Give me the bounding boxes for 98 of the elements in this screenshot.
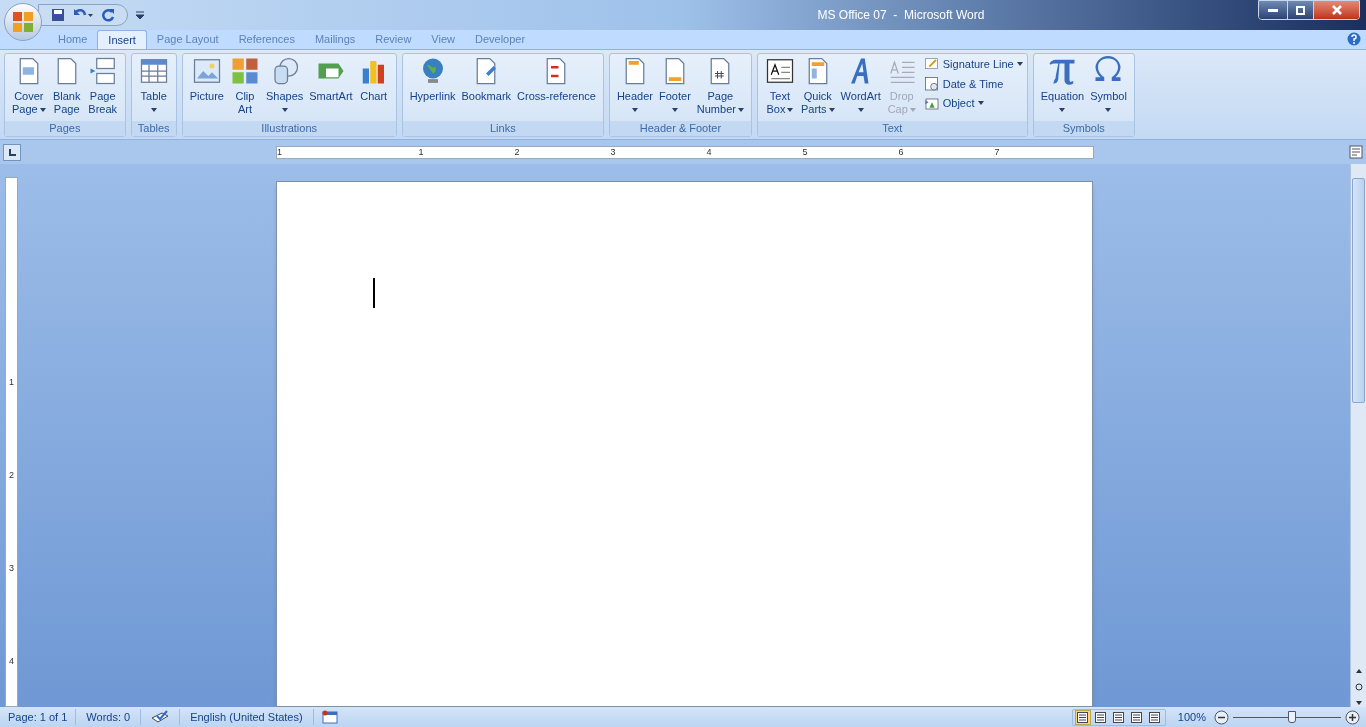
group-label: Illustrations — [182, 121, 396, 136]
ruler-number: 6 — [897, 147, 905, 157]
ruler-number: 1 — [277, 147, 283, 157]
ruler-number: 1 — [9, 378, 14, 387]
ruler-number: 2 — [9, 471, 14, 480]
view-button[interactable] — [1092, 709, 1109, 725]
zoom-out-icon[interactable] — [1214, 709, 1229, 725]
ruler-number: 3 — [9, 564, 14, 573]
group-label: Symbols — [1033, 121, 1134, 136]
layout-icon — [1131, 711, 1143, 723]
view-button[interactable] — [1128, 709, 1145, 725]
close-icon — [1331, 5, 1342, 15]
view-button[interactable] — [1110, 709, 1127, 725]
ribbon-button[interactable]: Cover Page — [9, 56, 49, 121]
window-title: MS Office 07 - Microsoft Word — [817, 7, 985, 24]
office-logo-icon — [12, 11, 34, 33]
ribbon-button[interactable]: Table — [135, 56, 172, 121]
caret-icon — [828, 107, 835, 112]
ribbon-button[interactable]: Signature Line — [923, 56, 1023, 73]
group-label: Text — [757, 121, 1027, 136]
tab-stop-button[interactable] — [3, 143, 21, 161]
ribbon-button[interactable]: Bookmark — [458, 56, 515, 121]
ruler-number: 4 — [9, 657, 14, 666]
caret-icon — [671, 107, 678, 112]
text-box-icon — [764, 56, 795, 86]
zoom-slider-thumb[interactable] — [1287, 711, 1296, 723]
caret-icon — [631, 107, 638, 112]
text-cursor — [372, 278, 375, 308]
caret-icon — [150, 107, 157, 112]
scroll-thumb[interactable] — [1352, 178, 1365, 403]
ribbon-button[interactable]: Footer — [656, 56, 694, 121]
caret-icon — [977, 101, 984, 106]
ribbon-button[interactable]: Picture — [186, 56, 227, 121]
view-ruler-icon[interactable] — [1349, 145, 1363, 159]
minimize-button[interactable] — [1259, 1, 1287, 19]
vertical-scrollbar[interactable] — [1350, 164, 1366, 707]
ruler-number: 3 — [609, 147, 617, 157]
ribbon-button[interactable]: Equation — [1037, 56, 1088, 121]
caret-icon — [39, 107, 46, 112]
ribbon-button[interactable]: Clip Art — [226, 56, 263, 121]
ribbon-button[interactable]: Shapes — [262, 56, 307, 121]
object-icon — [923, 95, 940, 112]
ruler-number: 4 — [705, 147, 713, 157]
customize-caret-icon[interactable] — [136, 11, 144, 19]
group-label: Pages — [5, 121, 125, 136]
caret-icon — [909, 107, 916, 112]
ribbon-button[interactable]: Symbol — [1087, 56, 1130, 121]
ruler-number: 7 — [993, 147, 1001, 157]
ribbon-button[interactable]: Quick Parts — [797, 56, 838, 121]
ruler-number: 5 — [801, 147, 809, 157]
ribbon-button[interactable]: Page Break — [84, 56, 121, 121]
ribbon-tab[interactable]: Insert — [97, 30, 147, 49]
zoom-in-icon[interactable] — [1345, 709, 1360, 725]
ribbon-button[interactable]: Header — [613, 56, 656, 121]
help-icon[interactable] — [1347, 32, 1361, 46]
ruler-number: 1 — [417, 147, 425, 157]
ribbon-button[interactable]: Object — [923, 95, 1023, 112]
ribbon-button[interactable]: Chart — [355, 56, 392, 121]
caret-icon — [281, 107, 288, 112]
caret-icon — [737, 107, 744, 112]
layout-icon — [1077, 711, 1089, 723]
calendar-icon — [923, 75, 940, 92]
restore-button[interactable] — [1287, 1, 1313, 19]
group-label: Header & Footer — [609, 121, 751, 136]
picture-icon — [191, 56, 222, 86]
ribbon-button[interactable]: Hyperlink — [406, 56, 459, 121]
group-label: Links — [402, 121, 603, 136]
ribbon-button[interactable]: Date & Time — [923, 75, 1023, 92]
group-label: Tables — [131, 121, 176, 136]
ribbon-button[interactable]: Text Box — [761, 56, 798, 121]
ribbon-button[interactable]: Cross-reference — [514, 56, 599, 121]
ribbon-button[interactable]: Blank Page — [48, 56, 85, 121]
layout-icon — [1095, 711, 1107, 723]
macro-icon[interactable] — [321, 710, 338, 724]
caret-icon — [1105, 107, 1112, 112]
caret-icon — [787, 107, 794, 112]
caret-icon — [1016, 62, 1023, 67]
caret-icon — [857, 107, 864, 112]
caret-icon — [1059, 107, 1066, 112]
table-icon — [138, 56, 169, 86]
proofing-icon[interactable] — [151, 710, 170, 724]
ribbon-button[interactable]: SmartArt — [306, 56, 356, 121]
view-button[interactable] — [1146, 709, 1163, 725]
view-button[interactable] — [1074, 709, 1091, 725]
zoom-level[interactable]: 100% — [1177, 708, 1206, 726]
layout-icon — [1149, 711, 1161, 723]
language[interactable]: English (United States) — [179, 708, 314, 726]
redo-icon[interactable] — [101, 8, 115, 22]
zoom-slider-track[interactable] — [1233, 710, 1341, 724]
page-navigation-icon[interactable] — [1353, 667, 1364, 707]
word-count[interactable]: Words: 0 — [76, 708, 142, 726]
ribbon-button[interactable]: Page Number — [693, 56, 747, 121]
ruler-number: 2 — [513, 147, 521, 157]
ribbon-button[interactable]: WordArt — [837, 56, 884, 121]
layout-icon — [1113, 711, 1125, 723]
page-count[interactable]: Page: 1 of 1 — [0, 708, 77, 726]
save-icon[interactable] — [51, 8, 65, 22]
close-button[interactable] — [1313, 1, 1359, 19]
